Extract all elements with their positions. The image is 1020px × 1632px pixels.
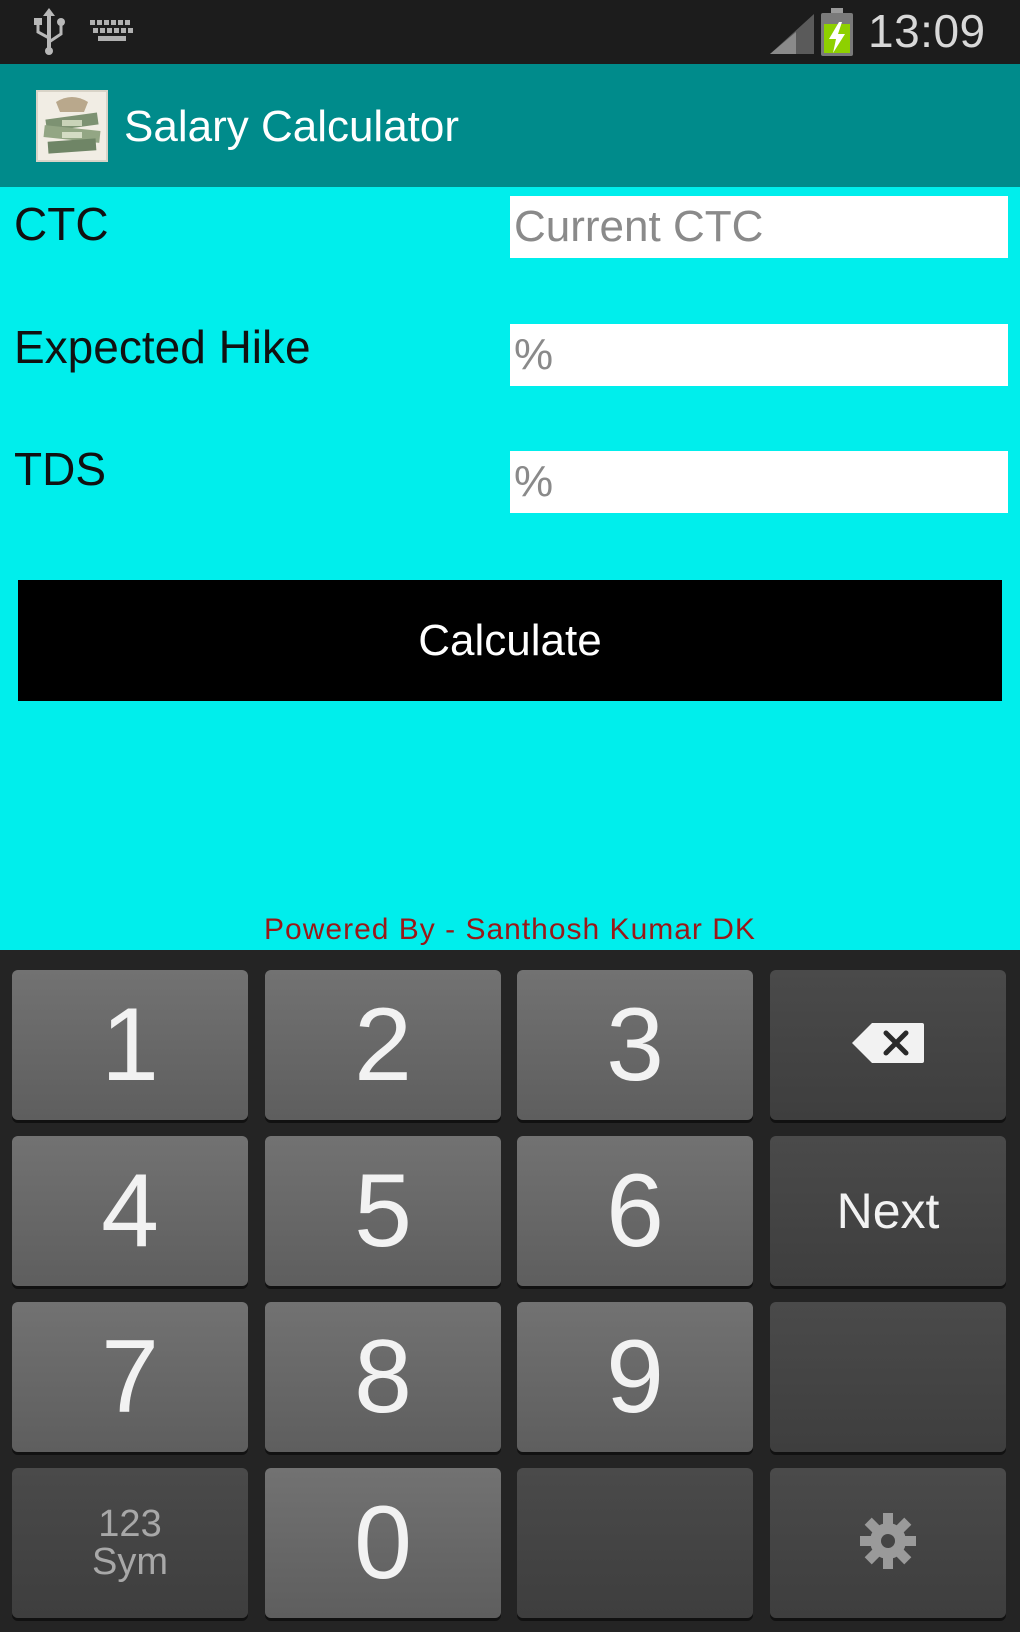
key-2[interactable]: 2 <box>265 970 501 1120</box>
key-4[interactable]: 4 <box>12 1136 248 1286</box>
key-0[interactable]: 0 <box>265 1468 501 1618</box>
expected-hike-label: Expected Hike <box>14 321 311 373</box>
expected-hike-input[interactable] <box>510 324 1008 386</box>
signal-icon <box>770 14 814 59</box>
key-7[interactable]: 7 <box>12 1302 248 1452</box>
numeric-keyboard: 1 2 3 4 5 6 Next 7 8 9 123 Sym 0 <box>0 950 1020 1632</box>
ctc-input[interactable] <box>510 196 1008 258</box>
app-bar: Salary Calculator <box>0 64 1020 187</box>
settings-key[interactable] <box>770 1468 1006 1618</box>
money-stack-icon <box>36 90 108 162</box>
ctc-label: CTC <box>14 198 109 250</box>
status-bar: 13:09 <box>0 0 1020 64</box>
blank-key[interactable] <box>770 1302 1006 1452</box>
clock: 13:09 <box>868 5 986 57</box>
battery-charging-icon <box>820 8 854 61</box>
key-6[interactable]: 6 <box>517 1136 753 1286</box>
sym-key-line1: 123 <box>98 1503 162 1545</box>
backspace-icon <box>850 1021 926 1070</box>
backspace-key[interactable] <box>770 970 1006 1120</box>
next-key[interactable]: Next <box>770 1136 1006 1286</box>
tds-input[interactable] <box>510 451 1008 513</box>
space-key[interactable] <box>517 1468 753 1618</box>
keyboard-icon <box>90 20 134 49</box>
app-title: Salary Calculator <box>124 102 460 151</box>
key-1[interactable]: 1 <box>12 970 248 1120</box>
sym-key[interactable]: 123 Sym <box>12 1468 248 1618</box>
usb-icon <box>30 8 70 61</box>
powered-by-text: Powered By - Santhosh Kumar DK <box>264 913 756 946</box>
key-9[interactable]: 9 <box>517 1302 753 1452</box>
settings-gear-icon <box>858 1511 918 1576</box>
key-8[interactable]: 8 <box>265 1302 501 1452</box>
key-3[interactable]: 3 <box>517 970 753 1120</box>
calculator-form: CTC Expected Hike TDS Calculate Powered … <box>0 187 1020 950</box>
calculate-button[interactable]: Calculate <box>18 580 1002 701</box>
tds-label: TDS <box>14 443 106 495</box>
sym-key-line2: Sym <box>92 1541 168 1583</box>
key-5[interactable]: 5 <box>265 1136 501 1286</box>
